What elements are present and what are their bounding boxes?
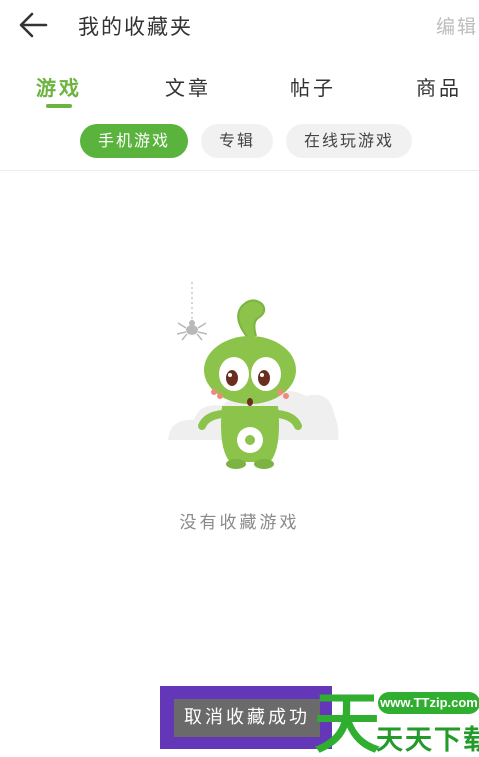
watermark: 天 www.TTzip.com 天天下载	[312, 680, 479, 757]
arrow-left-icon[interactable]	[16, 10, 52, 40]
watermark-text: 天天下载	[376, 725, 479, 756]
tab-posts[interactable]: 帖子	[290, 72, 336, 101]
empty-state-message: 没有收藏游戏	[179, 513, 300, 533]
divider	[0, 170, 479, 171]
filter-chips: 手机游戏 专辑 在线玩游戏	[0, 124, 479, 160]
tab-products[interactable]: 商品	[416, 72, 462, 101]
svg-text:天: 天	[314, 685, 380, 757]
watermark-url: www.TTzip.com	[378, 692, 479, 714]
filter-albums[interactable]: 专辑	[201, 124, 273, 158]
watermark-logo-icon: 天	[314, 685, 380, 757]
filter-online-games[interactable]: 在线玩游戏	[286, 124, 412, 158]
filter-mobile-games[interactable]: 手机游戏	[80, 124, 188, 158]
toast-container: 取消收藏成功	[160, 686, 332, 749]
empty-mascot-illustration	[168, 282, 339, 469]
toast-message: 取消收藏成功	[174, 699, 320, 737]
tab-games[interactable]: 游戏	[36, 72, 82, 101]
edit-button[interactable]: 编辑	[436, 12, 478, 39]
spider-icon	[176, 320, 208, 341]
active-tab-indicator	[46, 104, 72, 108]
tab-articles[interactable]: 文章	[165, 72, 211, 101]
top-bar: 我的收藏夹 编辑	[0, 0, 479, 52]
page-title: 我的收藏夹	[78, 15, 193, 39]
